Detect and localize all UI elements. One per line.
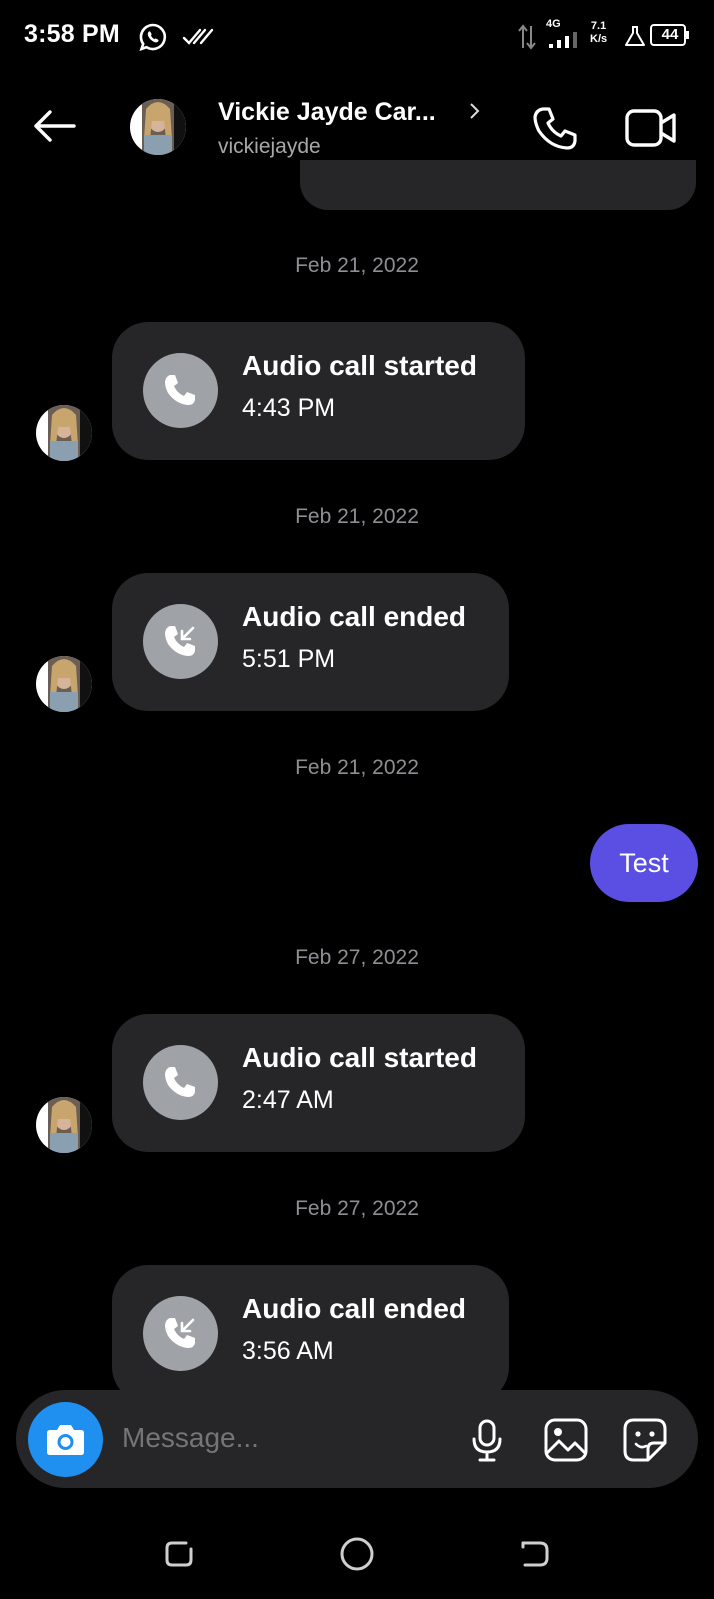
avatar[interactable] (130, 99, 186, 155)
date-separator: Feb 21, 2022 (295, 254, 419, 277)
avatar[interactable] (36, 1097, 92, 1153)
data-arrows-icon (518, 24, 536, 50)
date-separator: Feb 27, 2022 (295, 1197, 419, 1220)
call-title: Audio call started (242, 1042, 477, 1073)
call-time: 2:47 AM (242, 1086, 334, 1114)
message-text: Test (619, 847, 669, 878)
sent-message-bubble[interactable]: Test (590, 824, 698, 902)
phone-incoming-icon (165, 626, 195, 656)
call-icon-circle (143, 1045, 218, 1120)
avatar-photo (36, 1097, 92, 1153)
message-input[interactable] (120, 1421, 424, 1455)
signal-icon (549, 32, 577, 48)
camera-button[interactable] (28, 1402, 103, 1477)
call-icon-circle (143, 353, 218, 428)
contact-name[interactable]: Vickie Jayde Car... (218, 98, 436, 127)
avatar[interactable] (36, 405, 92, 461)
status-time: 3:58 PM (24, 20, 120, 48)
speed-unit: K/s (590, 33, 608, 45)
double-tick-icon (182, 28, 214, 45)
phone-icon[interactable] (530, 104, 580, 154)
flask-icon (625, 26, 645, 46)
date-separator: Feb 21, 2022 (295, 505, 419, 528)
call-event-bubble[interactable]: Audio call ended 3:56 AM (112, 1265, 509, 1403)
network-type: 4G (546, 18, 561, 30)
contact-handle[interactable]: vickiejayde (218, 135, 321, 159)
microphone-icon[interactable] (470, 1419, 504, 1463)
phone-incoming-icon (165, 1318, 195, 1348)
call-icon-circle (143, 1296, 218, 1371)
home-icon[interactable] (338, 1535, 376, 1573)
phone-icon (165, 375, 195, 405)
gallery-icon[interactable] (543, 1417, 589, 1463)
call-time: 5:51 PM (242, 645, 336, 673)
nav-back-icon[interactable] (518, 1537, 552, 1571)
date-separator: Feb 27, 2022 (295, 946, 419, 969)
partial-message-bubble[interactable] (300, 160, 696, 210)
speed-value: 7.1 (590, 20, 607, 32)
phone-icon (165, 1067, 195, 1097)
network-speed: 7.1 K/s (590, 20, 607, 46)
whatsapp-icon (139, 23, 167, 52)
recent-apps-icon[interactable] (162, 1537, 196, 1571)
call-title: Audio call ended (242, 601, 467, 632)
avatar-photo (36, 405, 92, 461)
video-camera-icon[interactable] (624, 106, 678, 150)
battery-level: 44 (661, 26, 679, 43)
call-event-bubble[interactable]: Audio call started 4:43 PM (112, 322, 525, 460)
chevron-right-icon[interactable] (468, 101, 482, 121)
call-event-bubble[interactable]: Audio call started 2:47 AM (112, 1014, 525, 1152)
call-time: 3:56 AM (242, 1337, 334, 1365)
call-title: Audio call started (242, 350, 477, 381)
back-arrow-icon[interactable] (30, 106, 78, 146)
date-separator: Feb 21, 2022 (295, 756, 419, 779)
call-time: 4:43 PM (242, 394, 336, 422)
sticker-icon[interactable] (622, 1417, 668, 1463)
avatar-photo (36, 656, 92, 712)
avatar[interactable] (36, 656, 92, 712)
avatar-photo (130, 99, 186, 155)
camera-icon (47, 1425, 84, 1455)
call-title: Audio call ended (242, 1293, 467, 1324)
call-icon-circle (143, 604, 218, 679)
call-event-bubble[interactable]: Audio call ended 5:51 PM (112, 573, 509, 711)
